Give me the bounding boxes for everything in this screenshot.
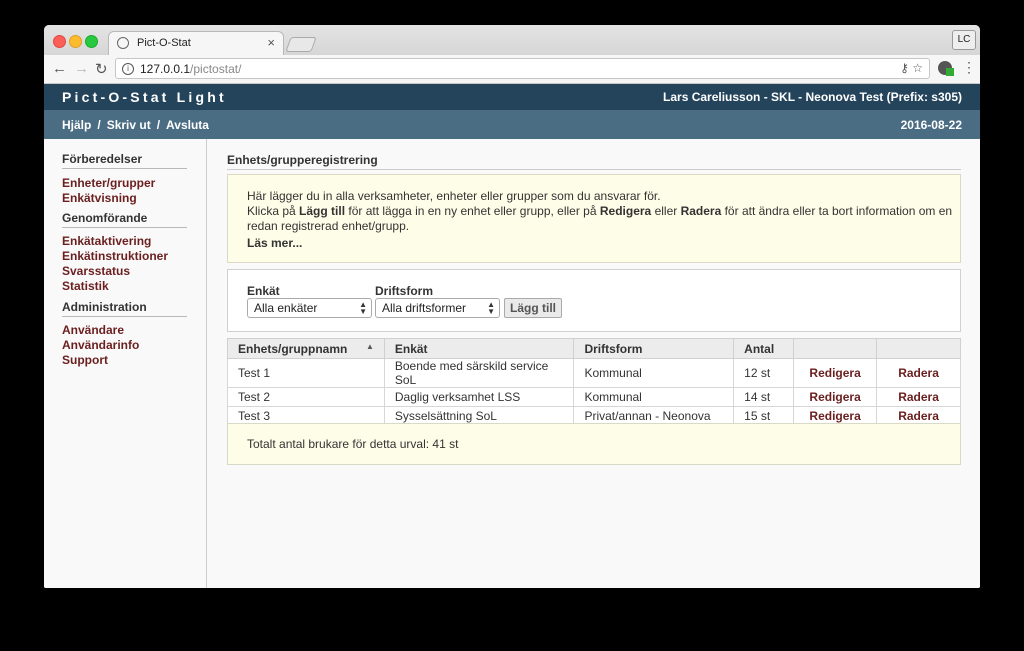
add-button[interactable]: Lägg till	[504, 298, 562, 318]
key-icon[interactable]: ⚷	[900, 61, 909, 75]
app-page: Pict-O-Stat Light Lars Careliusson - SKL…	[44, 84, 980, 588]
info-add-term: Lägg till	[299, 204, 346, 218]
cell-operation: Kommunal	[573, 358, 735, 388]
sidebar-heading-execution: Genomförande	[62, 211, 187, 228]
edit-link[interactable]: Redigera	[793, 358, 878, 388]
survey-filter-label: Enkät	[247, 284, 280, 298]
new-tab-button[interactable]	[285, 37, 317, 52]
subnav-separator: /	[97, 118, 101, 132]
operation-select[interactable]: Alla driftsformer ▲ ▼	[375, 298, 500, 318]
filter-box: Enkät Alla enkäter ▲ ▼ Driftsform Alla dr…	[227, 269, 961, 332]
table-row: Test 2 Daglig verksamhet LSS Kommunal 14…	[227, 387, 961, 407]
sidebar-item-users[interactable]: Användare	[62, 323, 124, 337]
current-date: 2016-08-22	[900, 118, 962, 132]
sidebar-heading-preparations: Förberedelser	[62, 152, 187, 169]
info-line-3: redan registrerad enhet/grupp.	[247, 219, 410, 233]
sidebar-item-survey-view[interactable]: Enkätvisning	[62, 191, 137, 205]
sidebar-item-user-info[interactable]: Användarinfo	[62, 338, 139, 352]
info-text: Klicka på	[247, 204, 300, 218]
delete-link[interactable]: Radera	[876, 387, 961, 407]
tab-close-icon[interactable]: ×	[267, 35, 275, 50]
subnav-separator: /	[156, 118, 161, 132]
sidebar-item-response-status[interactable]: Svarsstatus	[62, 264, 130, 278]
browser-tab[interactable]: Pict-O-Stat ×	[108, 31, 284, 55]
menu-dots-icon[interactable]: ⋮	[962, 59, 976, 76]
info-line-1: Här lägger du in alla verksamheter, enhe…	[247, 189, 661, 203]
total-box: Totalt antal brukare för detta urval: 41…	[227, 423, 961, 465]
url-text: 127.0.0.1/pictostat/	[140, 62, 241, 76]
column-header-count[interactable]: Antal	[733, 338, 795, 359]
column-header-operation[interactable]: Driftsform	[573, 338, 735, 359]
sidebar-item-statistics[interactable]: Statistik	[62, 279, 109, 293]
sidebar-item-support[interactable]: Support	[62, 353, 108, 367]
column-header-delete	[876, 338, 961, 359]
column-header-edit	[793, 338, 878, 359]
back-arrow-icon[interactable]: ←	[52, 60, 67, 77]
info-text: för att lägga in en ny enhet eller grupp…	[345, 204, 600, 218]
maximize-window-button[interactable]	[85, 35, 98, 48]
cell-count: 12 st	[733, 358, 795, 388]
sidebar: Förberedelser Enheter/grupper Enkätvisni…	[44, 139, 207, 588]
sort-ascending-icon[interactable]: ▲	[366, 342, 374, 351]
cell-count: 14 st	[733, 387, 795, 407]
page-title: Enhets/grupperegistrering	[227, 153, 961, 170]
browser-tabbar: Pict-O-Stat × LC	[44, 25, 980, 55]
table-row: Test 1 Boende med särskild service SoL K…	[227, 358, 961, 388]
omnibox-icons: ⚷ ☆	[900, 61, 923, 75]
minimize-window-button[interactable]	[69, 35, 82, 48]
sidebar-heading-administration: Administration	[62, 300, 187, 317]
sub-navigation: Hjälp / Skriv ut / Avsluta 2016-08-22	[44, 110, 980, 139]
subnav-links: Hjälp / Skriv ut / Avsluta	[62, 118, 209, 132]
favicon-icon	[117, 37, 129, 49]
reload-icon[interactable]: ↻	[95, 60, 108, 78]
select-arrows-icon: ▲ ▼	[487, 300, 495, 316]
cell-name: Test 2	[227, 387, 385, 407]
info-text: för att ändra eller ta bort information …	[721, 204, 953, 218]
user-info: Lars Careliusson - SKL - Neonova Test (P…	[663, 90, 962, 104]
survey-select[interactable]: Alla enkäter ▲ ▼	[247, 298, 372, 318]
info-edit-term: Redigera	[599, 204, 652, 218]
print-link[interactable]: Skriv ut	[107, 118, 151, 132]
column-header-survey[interactable]: Enkät	[383, 338, 575, 359]
sidebar-item-survey-instructions[interactable]: Enkätinstruktioner	[62, 249, 168, 263]
info-box: Här lägger du in alla verksamheter, enhe…	[227, 174, 961, 263]
app-header: Pict-O-Stat Light Lars Careliusson - SKL…	[44, 84, 980, 110]
url-path: /pictostat/	[190, 62, 242, 76]
info-text: eller	[651, 204, 681, 218]
survey-select-value: Alla enkäter	[254, 301, 318, 315]
info-icon[interactable]: i	[122, 63, 134, 75]
info-line-2: Klicka på Lägg till för att lägga in en …	[247, 204, 952, 219]
star-icon[interactable]: ☆	[912, 61, 923, 75]
total-users-text: Totalt antal brukare för detta urval: 41…	[247, 437, 459, 451]
info-delete-term: Radera	[680, 204, 722, 218]
column-header-label: Enhets/gruppnamn	[238, 341, 348, 356]
browser-window: Pict-O-Stat × LC ← → ↻ i 127.0.0.1/picto…	[44, 25, 980, 588]
units-table: Enhets/gruppnamn ▲ Enkät Driftsform Antal…	[227, 338, 961, 426]
edit-link[interactable]: Redigera	[793, 387, 878, 407]
select-arrows-icon: ▲ ▼	[359, 300, 367, 316]
tab-title: Pict-O-Stat	[137, 37, 191, 49]
browser-toolbar: ← → ↻ i 127.0.0.1/pictostat/ ⚷ ☆ ⋮	[44, 55, 980, 84]
operation-filter-label: Driftsform	[375, 284, 434, 298]
close-window-button[interactable]	[53, 35, 66, 48]
column-header-name[interactable]: Enhets/gruppnamn ▲	[227, 338, 385, 359]
cell-operation: Kommunal	[573, 387, 735, 407]
quit-link[interactable]: Avsluta	[166, 118, 209, 132]
url-host: 127.0.0.1	[140, 62, 191, 76]
address-bar[interactable]: i 127.0.0.1/pictostat/ ⚷ ☆	[115, 58, 930, 79]
delete-link[interactable]: Radera	[876, 358, 961, 388]
profile-button[interactable]: LC	[952, 30, 976, 50]
brand-title: Pict-O-Stat Light	[62, 89, 227, 105]
cell-name: Test 1	[227, 358, 385, 388]
sidebar-item-units[interactable]: Enheter/grupper	[62, 176, 155, 190]
forward-arrow-icon[interactable]: →	[74, 60, 89, 77]
sidebar-item-survey-activation[interactable]: Enkätaktivering	[62, 234, 151, 248]
extension-badge-icon	[946, 68, 954, 76]
cell-survey: Daglig verksamhet LSS	[383, 387, 575, 407]
operation-select-value: Alla driftsformer	[382, 301, 467, 315]
table-header-row: Enhets/gruppnamn ▲ Enkät Driftsform Antal	[227, 338, 961, 359]
read-more-link[interactable]: Läs mer...	[247, 236, 302, 251]
help-link[interactable]: Hjälp	[62, 118, 91, 132]
cell-survey: Boende med särskild service SoL	[383, 358, 575, 388]
